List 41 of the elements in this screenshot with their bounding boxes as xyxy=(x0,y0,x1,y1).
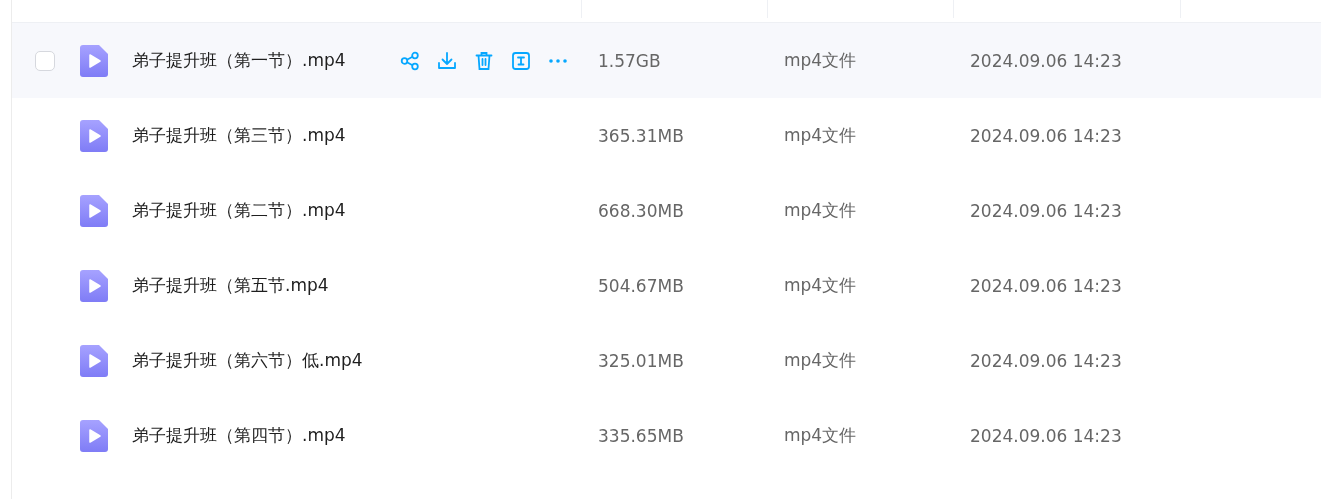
modified-date: 2024.09.06 14:23 xyxy=(969,275,1122,296)
video-file-icon xyxy=(80,119,108,152)
file-name[interactable]: 弟子提升班（第四节）.mp4 xyxy=(132,424,346,447)
file-name[interactable]: 弟子提升班（第三节）.mp4 xyxy=(132,124,346,147)
file-size: 1.57GB xyxy=(597,50,661,71)
file-size: 365.31MB xyxy=(597,125,684,146)
file-type: mp4文件 xyxy=(783,275,857,295)
file-type: mp4文件 xyxy=(783,50,857,70)
trash-icon[interactable] xyxy=(474,50,494,71)
row-checkbox[interactable] xyxy=(35,50,55,71)
file-row[interactable]: 弟子提升班（第一节）.mp4 1.57GB mp4文件 2024.09.06 14:23 xyxy=(12,23,1321,98)
file-size: 335.65MB xyxy=(597,425,684,446)
file-row[interactable]: 弟子提升班（第三节）.mp4 365.31MB mp4文件 2024.09.06 14:23 xyxy=(12,98,1321,173)
file-row[interactable]: 弟子提升班（第五节.mp4 504.67MB mp4文件 2024.09.06 14:23 xyxy=(12,248,1321,323)
file-name[interactable]: 弟子提升班（第六节）低.mp4 xyxy=(132,349,363,372)
file-size: 504.67MB xyxy=(597,275,684,296)
video-file-icon xyxy=(80,419,108,452)
file-name[interactable]: 弟子提升班（第五节.mp4 xyxy=(132,274,329,297)
file-row[interactable]: 弟子提升班（第二节）.mp4 668.30MB mp4文件 2024.09.06 14:23 xyxy=(12,173,1321,248)
video-file-icon xyxy=(80,44,108,77)
video-file-icon xyxy=(80,194,108,227)
file-size: 668.30MB xyxy=(597,200,684,221)
file-type: mp4文件 xyxy=(783,200,857,220)
video-file-icon xyxy=(80,344,108,377)
modified-date: 2024.09.06 14:23 xyxy=(969,50,1122,71)
file-row[interactable]: 弟子提升班（第六节）低.mp4 325.01MB mp4文件 2024.09.06 14:23 xyxy=(12,323,1321,398)
file-type: mp4文件 xyxy=(783,425,857,445)
download-icon[interactable] xyxy=(437,50,457,71)
file-type: mp4文件 xyxy=(783,125,857,145)
rename-icon[interactable] xyxy=(511,50,531,71)
modified-date: 2024.09.06 14:23 xyxy=(969,125,1122,146)
file-size: 325.01MB xyxy=(597,350,684,371)
file-row[interactable]: 弟子提升班（第四节）.mp4 335.65MB mp4文件 2024.09.06 14:23 xyxy=(12,398,1321,473)
file-name[interactable]: 弟子提升班（第一节）.mp4 xyxy=(132,49,346,72)
file-name[interactable]: 弟子提升班（第二节）.mp4 xyxy=(132,199,346,222)
video-file-icon xyxy=(80,269,108,302)
modified-date: 2024.09.06 14:23 xyxy=(969,350,1122,371)
modified-date: 2024.09.06 14:23 xyxy=(969,425,1122,446)
share-icon[interactable] xyxy=(400,50,420,71)
modified-date: 2024.09.06 14:23 xyxy=(969,200,1122,221)
file-type: mp4文件 xyxy=(783,350,857,370)
